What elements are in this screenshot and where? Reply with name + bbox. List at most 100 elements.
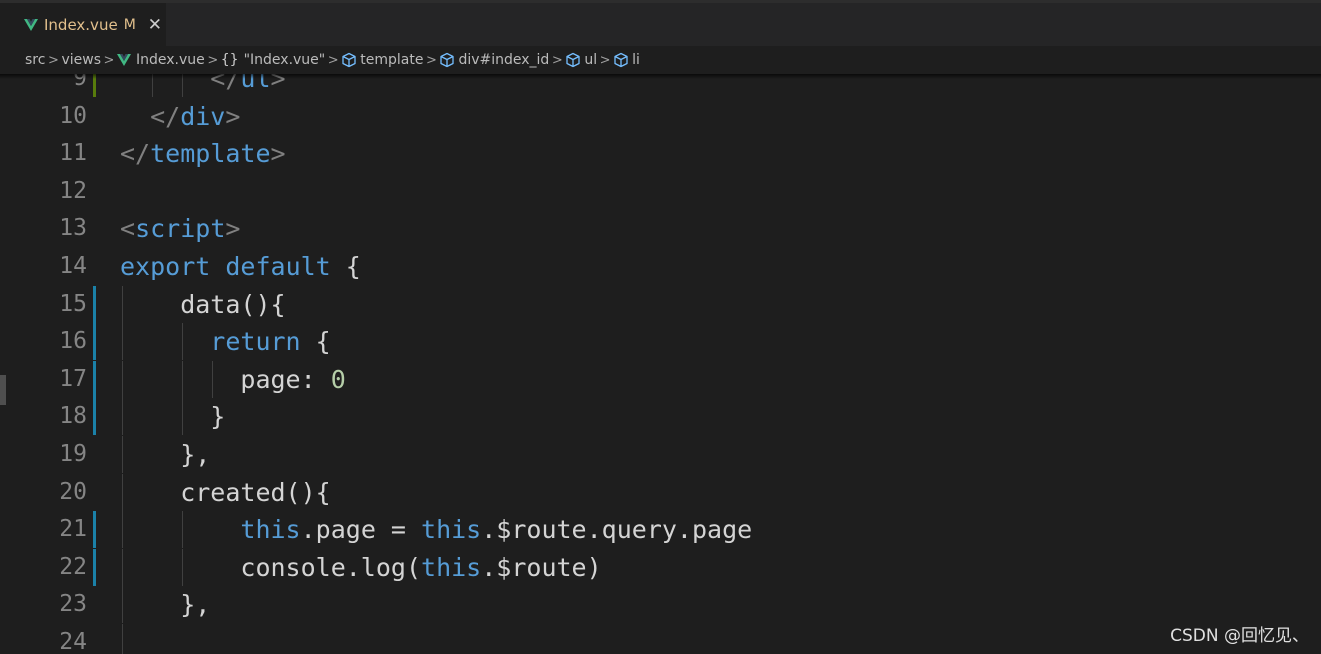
code-line[interactable]: 24 [0, 624, 1321, 654]
code-line[interactable]: 17 page: 0 [0, 360, 1321, 398]
gutter-modified-marker[interactable] [93, 360, 96, 398]
breadcrumb-separator-icon: > [599, 52, 611, 68]
gutter-modified-marker[interactable] [93, 398, 96, 436]
line-number: 15 [59, 290, 87, 317]
code-line[interactable]: 11 </template> [0, 135, 1321, 172]
code-token: > [225, 214, 241, 244]
code-token: return [210, 327, 301, 357]
code-text: export default { [120, 248, 361, 285]
code-line[interactable]: 15 data(){ [0, 285, 1321, 323]
breadcrumb-item[interactable]: template [341, 52, 423, 68]
breadcrumb-item[interactable]: div#index_id [439, 52, 549, 68]
vertical-scrollbar[interactable] [0, 375, 6, 405]
line-number: 24 [59, 629, 87, 654]
code-line[interactable]: 16 return { [0, 323, 1321, 361]
code-token: { [300, 327, 331, 357]
breadcrumb-item[interactable]: li [613, 52, 640, 68]
indent-guide [122, 511, 123, 549]
line-number: 14 [59, 253, 87, 279]
gutter-modified-marker[interactable] [93, 511, 96, 549]
breadcrumb-label: views [61, 52, 101, 68]
code-token: </ [120, 139, 151, 169]
code-token: created(){ [180, 477, 331, 507]
line-number: 23 [59, 591, 87, 618]
indent-guide [122, 323, 123, 361]
indent-guide [182, 323, 184, 361]
code-line[interactable]: 13 <script> [0, 210, 1321, 247]
code-editor[interactable]: 9 </ul> 10 </div> 11 </template> 12 13 <script> 1… [0, 74, 1321, 654]
indent-guide [122, 586, 123, 624]
code-token: script [135, 214, 226, 244]
code-line[interactable]: 12 [0, 173, 1321, 210]
breadcrumb-label: ul [584, 52, 598, 68]
code-token: { [330, 252, 361, 281]
breadcrumb-label: "Index.vue" [243, 52, 326, 68]
code-token: }, [180, 590, 211, 620]
code-line[interactable]: 14 export default { [0, 248, 1321, 285]
breadcrumb-label: template [360, 52, 424, 68]
code-line[interactable]: 10 </div> [0, 98, 1321, 135]
vue-logo-icon [117, 54, 131, 66]
indent-guide [182, 360, 184, 398]
code-text: </div> [150, 98, 240, 135]
line-number: 22 [59, 553, 87, 580]
code-text: page: 0 [240, 361, 345, 398]
code-token: .$route) [481, 552, 602, 582]
code-line[interactable]: 22 console.log(this.$route) [0, 548, 1321, 586]
cube-icon [342, 52, 356, 68]
breadcrumb-separator-icon: > [207, 52, 219, 68]
code-token: 0 [330, 364, 346, 394]
breadcrumb-item[interactable]: views [61, 52, 101, 68]
code-text: </template> [120, 135, 286, 172]
code-line[interactable]: 18} [0, 398, 1321, 436]
indent-guide [122, 360, 123, 398]
code-token: console.log( [240, 552, 422, 582]
tab-index-vue[interactable]: Index.vue M ✕ [0, 3, 166, 46]
breadcrumb: src > views > Index.vue >{} "Index.vue" > templa… [0, 46, 1321, 74]
breadcrumb-label: Index.vue [136, 52, 205, 68]
indent-guide [122, 548, 123, 586]
breadcrumb-item[interactable]: src [25, 52, 45, 68]
code-token: div [180, 101, 226, 131]
code-token: .page = [300, 515, 422, 545]
gutter-modified-marker[interactable] [93, 285, 96, 323]
line-number: 20 [59, 478, 87, 505]
code-text: }, [180, 436, 210, 473]
code-line[interactable]: 19}, [0, 436, 1321, 473]
gutter-modified-marker[interactable] [93, 548, 96, 586]
gutter-modified-marker[interactable] [93, 323, 96, 361]
watermark: CSDN @回忆见、 [1170, 626, 1309, 646]
line-number: 13 [59, 215, 87, 242]
line-number: 16 [59, 328, 87, 355]
code-token: this [240, 515, 301, 545]
braces-icon: {} [220, 52, 239, 68]
code-line[interactable]: 20 created(){ [0, 473, 1321, 511]
code-token: }, [180, 440, 211, 469]
code-line[interactable]: 23}, [0, 586, 1321, 624]
indent-guide [122, 398, 123, 436]
code-token: < [120, 214, 136, 244]
code-line[interactable]: 21 this.page = this.$route.query.page [0, 511, 1321, 549]
code-text: } [210, 398, 225, 435]
tab-filename: Index.vue [44, 15, 118, 34]
code-token: .$route.query.page [481, 515, 753, 545]
breadcrumb-label: div#index_id [458, 52, 550, 68]
editor-tab-bar: Index.vue M ✕ [0, 0, 1321, 46]
breadcrumb-item[interactable]: Index.vue [117, 52, 205, 68]
breadcrumb-separator-icon: > [103, 52, 115, 68]
breadcrumb-label: src [25, 52, 46, 68]
code-text: return { [210, 323, 330, 360]
code-token: > [270, 139, 286, 169]
cube-icon [566, 52, 580, 68]
code-token: > [225, 101, 241, 131]
line-number: 11 [59, 140, 87, 167]
breadcrumb-item[interactable]: {} "Index.vue" [221, 52, 325, 68]
code-token: this [421, 552, 482, 582]
close-icon[interactable]: ✕ [148, 15, 162, 35]
indent-guide [182, 548, 184, 586]
indent-guide [212, 360, 214, 398]
breadcrumb-item[interactable]: ul [565, 52, 597, 68]
indent-guide [182, 398, 184, 436]
indent-guide [122, 473, 123, 511]
vue-logo-icon [24, 18, 38, 31]
